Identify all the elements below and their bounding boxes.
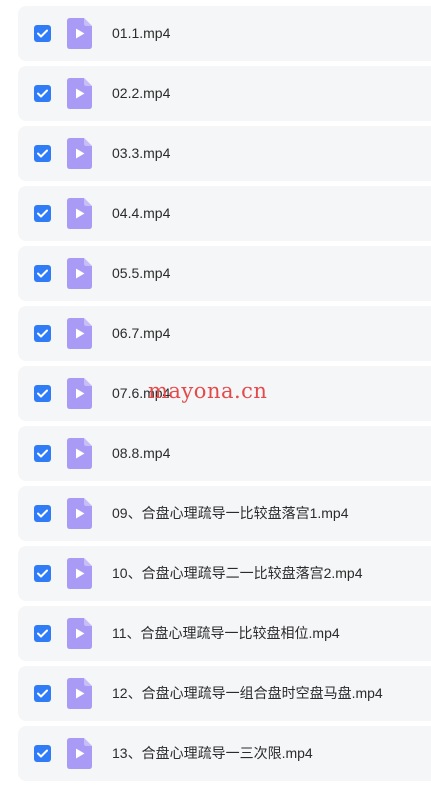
file-row[interactable]: 09、合盘心理疏导一比较盘落宫1.mp4 [18, 486, 431, 541]
checkmark-icon [37, 629, 48, 638]
video-file-icon [67, 678, 92, 709]
checkmark-icon [37, 509, 48, 518]
file-row[interactable]: 10、合盘心理疏导二一比较盘落宫2.mp4 [18, 546, 431, 601]
video-file-icon [67, 258, 92, 289]
file-checkbox[interactable] [34, 205, 51, 222]
file-checkbox[interactable] [34, 265, 51, 282]
video-file-icon [67, 198, 92, 229]
file-checkbox[interactable] [34, 85, 51, 102]
file-name: 08.8.mp4 [112, 445, 171, 461]
video-file-icon [67, 378, 92, 409]
checkmark-icon [37, 389, 48, 398]
file-row[interactable]: 13、合盘心理疏导一三次限.mp4 [18, 726, 431, 781]
file-row[interactable]: 11、合盘心理疏导一比较盘相位.mp4 [18, 606, 431, 661]
file-checkbox[interactable] [34, 145, 51, 162]
file-name: 07.6.mp4 [112, 385, 171, 401]
checkmark-icon [37, 689, 48, 698]
file-name: 11、合盘心理疏导一比较盘相位.mp4 [112, 625, 340, 641]
file-name: 06.7.mp4 [112, 325, 171, 341]
checkmark-icon [37, 569, 48, 578]
file-checkbox[interactable] [34, 565, 51, 582]
file-row[interactable]: 08.8.mp4 [18, 426, 431, 481]
file-checkbox[interactable] [34, 25, 51, 42]
file-checkbox[interactable] [34, 505, 51, 522]
file-list: 01.1.mp4 02.2.mp4 03.3.mp4 04.4.mp4 05.5.mp4… [0, 0, 431, 788]
checkmark-icon [37, 269, 48, 278]
file-row[interactable]: 02.2.mp4 [18, 66, 431, 121]
checkmark-icon [37, 209, 48, 218]
file-name: 13、合盘心理疏导一三次限.mp4 [112, 745, 313, 761]
file-row[interactable]: 03.3.mp4 [18, 126, 431, 181]
file-name: 03.3.mp4 [112, 145, 171, 161]
file-name: 10、合盘心理疏导二一比较盘落宫2.mp4 [112, 565, 363, 581]
file-name: 09、合盘心理疏导一比较盘落宫1.mp4 [112, 505, 349, 521]
video-file-icon [67, 438, 92, 469]
file-name: 02.2.mp4 [112, 85, 171, 101]
file-checkbox[interactable] [34, 385, 51, 402]
checkmark-icon [37, 329, 48, 338]
video-file-icon [67, 318, 92, 349]
checkmark-icon [37, 449, 48, 458]
video-file-icon [67, 558, 92, 589]
file-row[interactable]: 01.1.mp4 [18, 6, 431, 61]
file-checkbox[interactable] [34, 445, 51, 462]
file-name: 05.5.mp4 [112, 265, 171, 281]
file-name: 12、合盘心理疏导一组合盘时空盘马盘.mp4 [112, 685, 383, 701]
file-name: 01.1.mp4 [112, 25, 171, 41]
video-file-icon [67, 618, 92, 649]
video-file-icon [67, 738, 92, 769]
file-name: 04.4.mp4 [112, 205, 171, 221]
file-checkbox[interactable] [34, 745, 51, 762]
file-row[interactable]: 07.6.mp4 [18, 366, 431, 421]
video-file-icon [67, 138, 92, 169]
file-checkbox[interactable] [34, 625, 51, 642]
video-file-icon [67, 18, 92, 49]
checkmark-icon [37, 29, 48, 38]
checkmark-icon [37, 149, 48, 158]
file-row[interactable]: 12、合盘心理疏导一组合盘时空盘马盘.mp4 [18, 666, 431, 721]
file-row[interactable]: 04.4.mp4 [18, 186, 431, 241]
file-row[interactable]: 05.5.mp4 [18, 246, 431, 301]
video-file-icon [67, 498, 92, 529]
checkmark-icon [37, 749, 48, 758]
checkmark-icon [37, 89, 48, 98]
file-checkbox[interactable] [34, 325, 51, 342]
file-checkbox[interactable] [34, 685, 51, 702]
video-file-icon [67, 78, 92, 109]
file-row[interactable]: 06.7.mp4 [18, 306, 431, 361]
